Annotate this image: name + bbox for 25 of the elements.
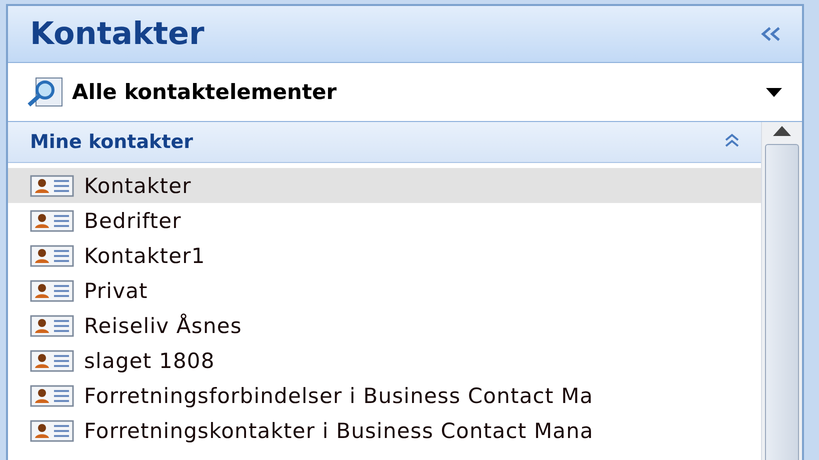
contact-card-icon: [30, 280, 74, 302]
dropdown-arrow-icon: [766, 88, 782, 96]
folder-item[interactable]: Reiseliv Åsnes: [8, 308, 761, 343]
folder-item[interactable]: Kontakter: [8, 168, 761, 203]
folder-item[interactable]: Forretningsforbindelser i Business Contact Ma: [8, 378, 761, 413]
contact-card-icon: [30, 174, 74, 196]
contact-card-icon: [30, 210, 74, 232]
contact-card-icon: [30, 314, 74, 336]
contact-card-icon: [30, 244, 74, 266]
contact-card-icon: [30, 384, 74, 406]
pane-title: Kontakter: [30, 16, 204, 52]
folder-item[interactable]: Bedrifter: [8, 203, 761, 238]
folder-item[interactable]: slaget 1808: [8, 343, 761, 378]
scroll-up-icon: [773, 126, 791, 136]
folder-item[interactable]: Forretningskontakter i Business Contact Mana: [8, 413, 761, 448]
folder-item[interactable]: Privat: [8, 273, 761, 308]
folder-item[interactable]: Kontakter1: [8, 238, 761, 273]
double-chevron-left-icon: [760, 26, 782, 42]
section-header[interactable]: Mine kontakter: [8, 122, 761, 163]
section-title: Mine kontakter: [30, 131, 194, 153]
scrollbar[interactable]: [761, 122, 802, 460]
contact-card-icon: [30, 420, 74, 442]
double-chevron-up-icon: [723, 132, 741, 148]
contact-card-icon: [30, 350, 74, 372]
scrollbar-thumb[interactable]: [765, 144, 799, 460]
